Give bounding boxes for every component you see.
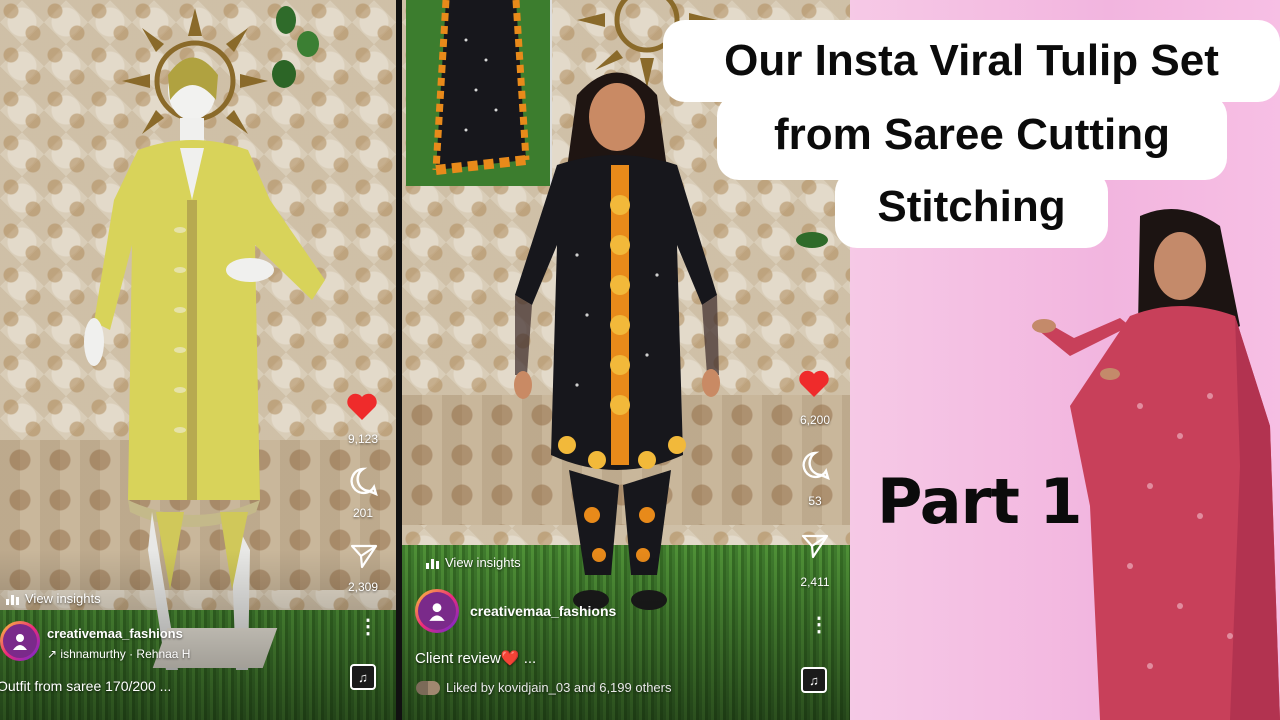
bar-chart-icon: [6, 594, 19, 605]
username[interactable]: creativemaa_fashions: [470, 603, 616, 619]
avatar-inner: [418, 592, 456, 630]
avatar[interactable]: [415, 589, 459, 633]
shares-count: 2,411: [800, 575, 830, 589]
title-line-2-box: from Saree Cutting: [717, 94, 1227, 180]
presenter-red-outfit: [1032, 208, 1280, 720]
view-insights-label: View insights: [445, 555, 521, 570]
comment-icon[interactable]: [348, 466, 378, 496]
liked-by-row[interactable]: Liked by kovidjain_03 and 6,199 others: [416, 680, 672, 695]
heart-icon[interactable]: [346, 392, 378, 422]
bar-chart-icon: [426, 558, 439, 569]
view-insights-link[interactable]: View insights: [6, 591, 101, 606]
collab-arrow-icon: ↗: [47, 647, 58, 661]
likes-count: 6,200: [799, 413, 831, 427]
more-icon[interactable]: ⋮: [809, 615, 829, 635]
title-line-1-box: Our Insta Viral Tulip Set: [663, 20, 1280, 102]
view-insights-link[interactable]: View insights: [426, 555, 521, 570]
share-icon[interactable]: [801, 533, 829, 559]
sewing-logo-icon: [429, 603, 445, 621]
liker-avatars: [416, 680, 440, 695]
caption[interactable]: Outfit from saree 170/200 ...: [0, 678, 171, 694]
collab-line: ↗ ishnamurthy · Rehnaa H: [47, 647, 190, 661]
comments-count: 201: [352, 506, 374, 520]
music-icon[interactable]: ♫: [801, 667, 827, 693]
share-icon[interactable]: [350, 543, 378, 569]
caption[interactable]: Client review❤️ ...: [415, 649, 536, 667]
comments-count: 53: [808, 494, 822, 508]
title-line-1: Our Insta Viral Tulip Set: [724, 36, 1219, 85]
more-icon[interactable]: ⋮: [358, 617, 378, 637]
heart-icon[interactable]: [798, 369, 830, 399]
liked-by-text: Liked by kovidjain_03 and 6,199 others: [446, 680, 672, 695]
username[interactable]: creativemaa_fashions: [47, 626, 183, 641]
view-insights-label: View insights: [25, 591, 101, 606]
sewing-logo-icon: [13, 634, 27, 650]
comment-icon[interactable]: [800, 450, 830, 480]
title-line-2: from Saree Cutting: [773, 110, 1171, 159]
likes-count: 9,123: [347, 432, 379, 446]
shares-count: 2,309: [347, 580, 379, 594]
collab-text[interactable]: ishnamurthy · Rehnaa H: [60, 647, 190, 661]
avatar-inner: [3, 624, 37, 658]
music-icon[interactable]: ♫: [350, 664, 376, 690]
avatar[interactable]: [0, 621, 40, 661]
leaf-vine-decoration: [796, 232, 828, 248]
left-reel[interactable]: 9,123 201 2,309 ⋮ ♫ View insights creati…: [0, 0, 396, 720]
